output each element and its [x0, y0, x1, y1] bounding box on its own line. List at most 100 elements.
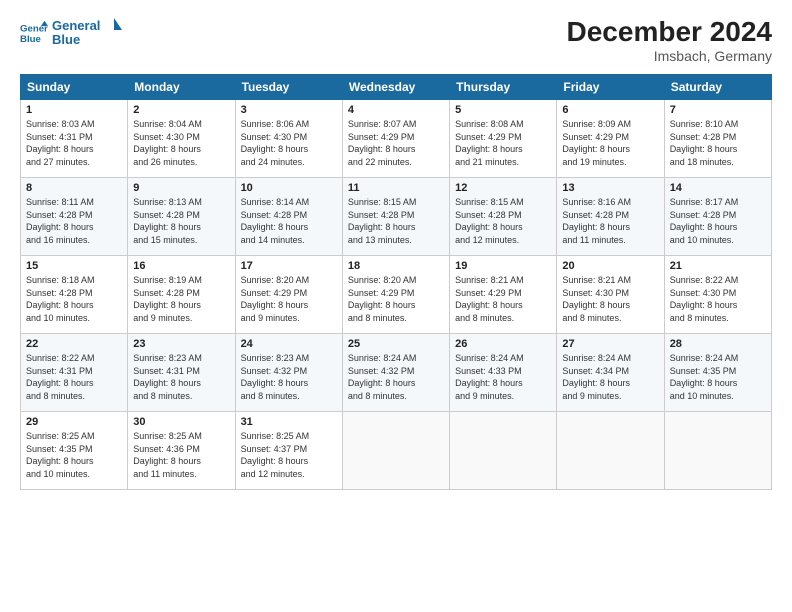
col-friday: Friday — [557, 75, 664, 100]
calendar-week-row: 15 Sunrise: 8:18 AMSunset: 4:28 PMDayligh… — [21, 256, 772, 334]
header: General Blue General Blue December 2024 … — [20, 16, 772, 64]
calendar-cell — [450, 412, 557, 490]
day-number: 12 — [455, 182, 551, 194]
col-tuesday: Tuesday — [235, 75, 342, 100]
day-number: 6 — [562, 104, 658, 116]
calendar-header-row: Sunday Monday Tuesday Wednesday Thursday… — [21, 75, 772, 100]
calendar-cell: 1 Sunrise: 8:03 AMSunset: 4:31 PMDaylight… — [21, 100, 128, 178]
calendar-cell: 17 Sunrise: 8:20 AMSunset: 4:29 PMDayligh… — [235, 256, 342, 334]
day-number: 9 — [133, 182, 229, 194]
day-info: Sunrise: 8:06 AMSunset: 4:30 PMDaylight:… — [241, 118, 337, 168]
col-wednesday: Wednesday — [342, 75, 449, 100]
calendar-week-row: 22 Sunrise: 8:22 AMSunset: 4:31 PMDayligh… — [21, 334, 772, 412]
day-info: Sunrise: 8:20 AMSunset: 4:29 PMDaylight:… — [348, 274, 444, 324]
day-info: Sunrise: 8:24 AMSunset: 4:35 PMDaylight:… — [670, 352, 766, 402]
col-monday: Monday — [128, 75, 235, 100]
day-info: Sunrise: 8:07 AMSunset: 4:29 PMDaylight:… — [348, 118, 444, 168]
calendar-cell: 28 Sunrise: 8:24 AMSunset: 4:35 PMDayligh… — [664, 334, 771, 412]
logo-icon: General Blue — [20, 19, 48, 47]
day-info: Sunrise: 8:11 AMSunset: 4:28 PMDaylight:… — [26, 196, 122, 246]
day-number: 17 — [241, 260, 337, 272]
calendar-cell: 26 Sunrise: 8:24 AMSunset: 4:33 PMDayligh… — [450, 334, 557, 412]
calendar-cell: 27Sunrise: 8:24 AMSunset: 4:34 PMDayligh… — [557, 334, 664, 412]
day-info: Sunrise: 8:25 AMSunset: 4:36 PMDaylight:… — [133, 430, 229, 480]
calendar-cell: 11Sunrise: 8:15 AMSunset: 4:28 PMDayligh… — [342, 178, 449, 256]
day-info: Sunrise: 8:25 AMSunset: 4:37 PMDaylight:… — [241, 430, 337, 480]
calendar-cell: 18Sunrise: 8:20 AMSunset: 4:29 PMDayligh… — [342, 256, 449, 334]
day-number: 23 — [133, 338, 229, 350]
calendar-cell: 5 Sunrise: 8:08 AMSunset: 4:29 PMDaylight… — [450, 100, 557, 178]
calendar-cell: 31 Sunrise: 8:25 AMSunset: 4:37 PMDayligh… — [235, 412, 342, 490]
day-info: Sunrise: 8:14 AMSunset: 4:28 PMDaylight:… — [241, 196, 337, 246]
day-number: 31 — [241, 416, 337, 428]
calendar-cell: 24 Sunrise: 8:23 AMSunset: 4:32 PMDayligh… — [235, 334, 342, 412]
day-number: 24 — [241, 338, 337, 350]
day-number: 26 — [455, 338, 551, 350]
day-info: Sunrise: 8:10 AMSunset: 4:28 PMDaylight:… — [670, 118, 766, 168]
calendar-table: Sunday Monday Tuesday Wednesday Thursday… — [20, 74, 772, 490]
day-info: Sunrise: 8:08 AMSunset: 4:29 PMDaylight:… — [455, 118, 551, 168]
calendar-cell: 8Sunrise: 8:11 AMSunset: 4:28 PMDaylight… — [21, 178, 128, 256]
day-number: 2 — [133, 104, 229, 116]
day-number: 14 — [670, 182, 766, 194]
svg-text:General: General — [52, 18, 100, 33]
calendar-cell: 23 Sunrise: 8:23 AMSunset: 4:31 PMDayligh… — [128, 334, 235, 412]
day-number: 19 — [455, 260, 551, 272]
day-info: Sunrise: 8:23 AMSunset: 4:31 PMDaylight:… — [133, 352, 229, 402]
day-info: Sunrise: 8:24 AMSunset: 4:34 PMDaylight:… — [562, 352, 658, 402]
day-number: 22 — [26, 338, 122, 350]
calendar-cell: 19 Sunrise: 8:21 AMSunset: 4:29 PMDayligh… — [450, 256, 557, 334]
day-info: Sunrise: 8:17 AMSunset: 4:28 PMDaylight:… — [670, 196, 766, 246]
day-number: 30 — [133, 416, 229, 428]
calendar-cell: 16Sunrise: 8:19 AMSunset: 4:28 PMDayligh… — [128, 256, 235, 334]
day-info: Sunrise: 8:24 AMSunset: 4:33 PMDaylight:… — [455, 352, 551, 402]
calendar-week-row: 8Sunrise: 8:11 AMSunset: 4:28 PMDaylight… — [21, 178, 772, 256]
day-number: 3 — [241, 104, 337, 116]
calendar-cell: 6 Sunrise: 8:09 AMSunset: 4:29 PMDaylight… — [557, 100, 664, 178]
day-info: Sunrise: 8:20 AMSunset: 4:29 PMDaylight:… — [241, 274, 337, 324]
calendar-cell: 7 Sunrise: 8:10 AMSunset: 4:28 PMDaylight… — [664, 100, 771, 178]
day-info: Sunrise: 8:23 AMSunset: 4:32 PMDaylight:… — [241, 352, 337, 402]
calendar-week-row: 1 Sunrise: 8:03 AMSunset: 4:31 PMDaylight… — [21, 100, 772, 178]
month-year: December 2024 — [567, 16, 772, 48]
calendar-cell: 25 Sunrise: 8:24 AMSunset: 4:32 PMDayligh… — [342, 334, 449, 412]
col-saturday: Saturday — [664, 75, 771, 100]
day-number: 11 — [348, 182, 444, 194]
calendar-cell: 14 Sunrise: 8:17 AMSunset: 4:28 PMDayligh… — [664, 178, 771, 256]
calendar-cell: 3 Sunrise: 8:06 AMSunset: 4:30 PMDaylight… — [235, 100, 342, 178]
day-info: Sunrise: 8:13 AMSunset: 4:28 PMDaylight:… — [133, 196, 229, 246]
day-number: 10 — [241, 182, 337, 194]
day-number: 20 — [562, 260, 658, 272]
day-number: 5 — [455, 104, 551, 116]
general-blue-logo-svg: General Blue — [52, 16, 122, 50]
calendar-cell: 22 Sunrise: 8:22 AMSunset: 4:31 PMDayligh… — [21, 334, 128, 412]
day-info: Sunrise: 8:24 AMSunset: 4:32 PMDaylight:… — [348, 352, 444, 402]
day-info: Sunrise: 8:21 AMSunset: 4:29 PMDaylight:… — [455, 274, 551, 324]
calendar-cell: 13Sunrise: 8:16 AMSunset: 4:28 PMDayligh… — [557, 178, 664, 256]
location: Imsbach, Germany — [567, 48, 772, 64]
day-number: 28 — [670, 338, 766, 350]
day-info: Sunrise: 8:18 AMSunset: 4:28 PMDaylight:… — [26, 274, 122, 324]
day-info: Sunrise: 8:22 AMSunset: 4:30 PMDaylight:… — [670, 274, 766, 324]
day-info: Sunrise: 8:09 AMSunset: 4:29 PMDaylight:… — [562, 118, 658, 168]
calendar-week-row: 29Sunrise: 8:25 AMSunset: 4:35 PMDayligh… — [21, 412, 772, 490]
day-info: Sunrise: 8:03 AMSunset: 4:31 PMDaylight:… — [26, 118, 122, 168]
svg-text:Blue: Blue — [52, 32, 80, 47]
day-info: Sunrise: 8:19 AMSunset: 4:28 PMDaylight:… — [133, 274, 229, 324]
day-number: 21 — [670, 260, 766, 272]
day-number: 29 — [26, 416, 122, 428]
day-number: 15 — [26, 260, 122, 272]
logo: General Blue General Blue — [20, 16, 122, 50]
calendar-cell — [557, 412, 664, 490]
calendar-cell: 9 Sunrise: 8:13 AMSunset: 4:28 PMDaylight… — [128, 178, 235, 256]
calendar-cell: 12Sunrise: 8:15 AMSunset: 4:28 PMDayligh… — [450, 178, 557, 256]
day-info: Sunrise: 8:22 AMSunset: 4:31 PMDaylight:… — [26, 352, 122, 402]
day-number: 1 — [26, 104, 122, 116]
day-number: 25 — [348, 338, 444, 350]
day-number: 7 — [670, 104, 766, 116]
page: General Blue General Blue December 2024 … — [0, 0, 792, 612]
calendar-cell: 15 Sunrise: 8:18 AMSunset: 4:28 PMDayligh… — [21, 256, 128, 334]
calendar-cell: 4Sunrise: 8:07 AMSunset: 4:29 PMDaylight… — [342, 100, 449, 178]
calendar-cell: 29Sunrise: 8:25 AMSunset: 4:35 PMDayligh… — [21, 412, 128, 490]
calendar-cell: 20Sunrise: 8:21 AMSunset: 4:30 PMDayligh… — [557, 256, 664, 334]
